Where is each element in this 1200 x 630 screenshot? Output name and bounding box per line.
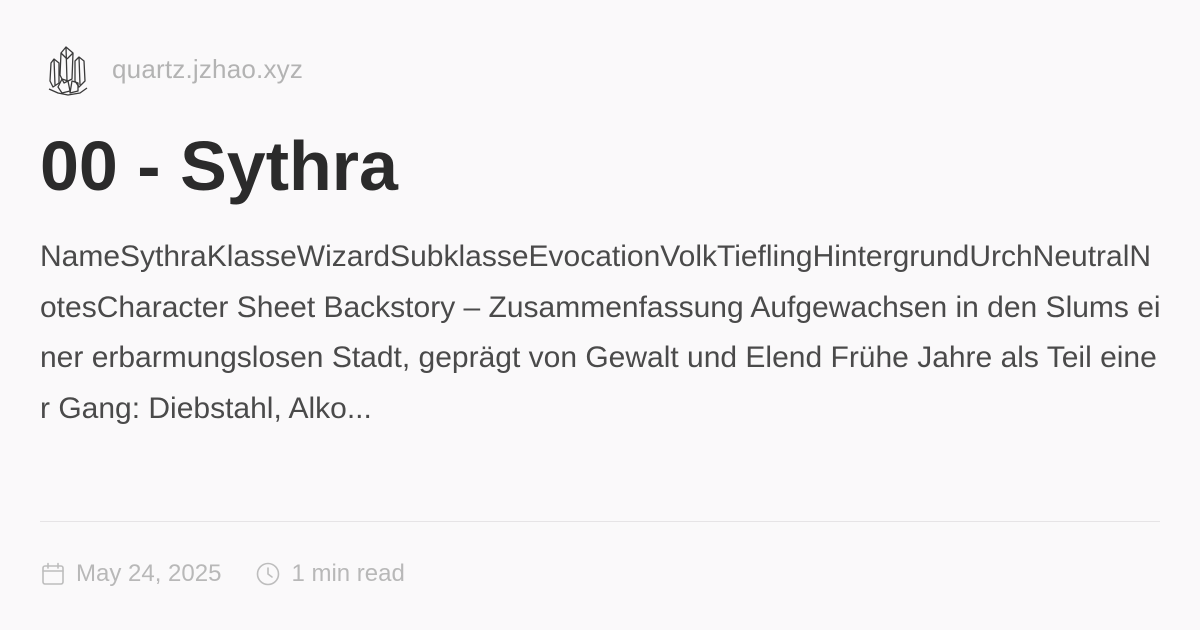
- page-title: 00 - Sythra: [40, 127, 398, 205]
- publish-date-text: May 24, 2025: [76, 560, 222, 587]
- publish-date: May 24, 2025: [40, 560, 221, 588]
- divider: [40, 521, 1160, 522]
- read-time-text: 1 min read: [291, 560, 405, 587]
- site-header: quartz.jzhao.xyz: [46, 40, 303, 98]
- clock-icon: [255, 561, 281, 587]
- calendar-icon: [40, 561, 66, 587]
- preview-card: quartz.jzhao.xyz 00 - Sythra NameSythraK…: [0, 0, 1200, 630]
- meta-row: May 24, 2025 1 min read: [40, 552, 439, 596]
- crystal-icon: [46, 41, 90, 97]
- site-domain[interactable]: quartz.jzhao.xyz: [112, 54, 303, 85]
- read-time: 1 min read: [255, 560, 405, 588]
- page-description: NameSythraKlasseWizardSubklasseEvocation…: [40, 240, 1161, 425]
